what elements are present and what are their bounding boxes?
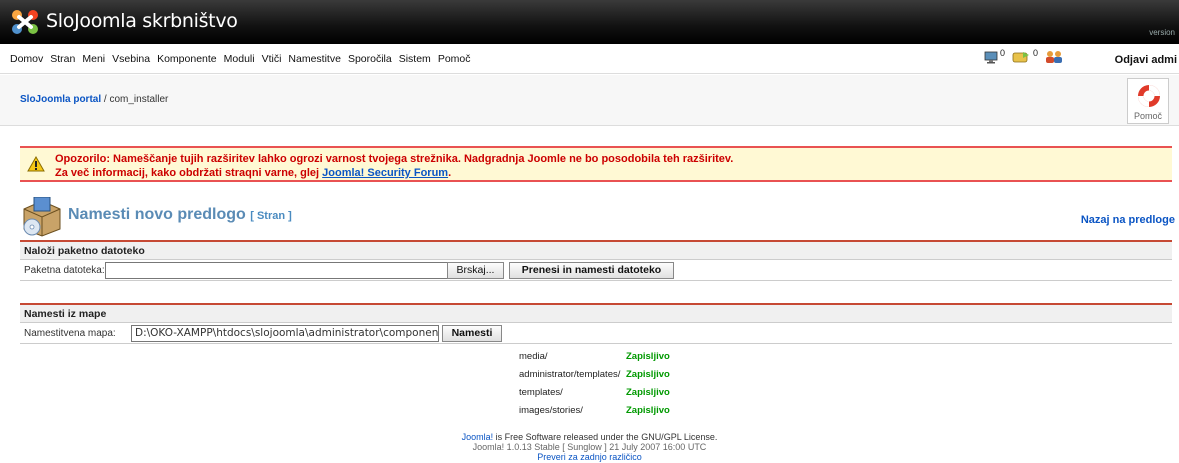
joomla-link[interactable]: Joomla! <box>462 432 494 442</box>
version-label: version <box>1149 28 1175 37</box>
directory-name: media/ <box>519 351 548 362</box>
page-title: Namesti novo predlogo [ Stran ] <box>68 206 292 224</box>
install-button[interactable]: Namesti <box>442 325 502 342</box>
directory-status: Zapisljivo <box>626 351 670 362</box>
list-item: administrator/templates/ Zapisljivo <box>519 368 699 386</box>
page-subtitle: [ Stran ] <box>250 210 292 222</box>
check-latest-version-link[interactable]: Preveri za zadnjo različico <box>0 452 1179 462</box>
lifebuoy-icon <box>1138 85 1160 107</box>
directory-status: Zapisljivo <box>626 369 670 380</box>
install-dir-input[interactable]: D:\OKO-XAMPP\htdocs\slojoomla\administra… <box>131 325 439 342</box>
messages-icon[interactable] <box>1011 50 1031 64</box>
menu-item-stran[interactable]: Stran <box>50 53 75 65</box>
menubar: Domov Stran Meni Vsebina Komponente Modu… <box>0 44 1179 74</box>
toolbar-row: SloJoomla portal / com_installer <box>0 75 1179 126</box>
install-dir-row: Namestitvena mapa: D:\OKO-XAMPP\htdocs\s… <box>20 323 1172 344</box>
warning-line-2-suffix: . <box>448 167 452 179</box>
directory-status: Zapisljivo <box>626 387 670 398</box>
upload-install-button[interactable]: Prenesi in namesti datoteko <box>509 262 674 279</box>
security-forum-link[interactable]: Joomla! Security Forum <box>322 167 448 179</box>
messages-count: 0 <box>1000 48 1006 58</box>
install-package-icon <box>23 197 61 237</box>
users-icon[interactable] <box>1044 50 1064 64</box>
list-item: images/stories/ Zapisljivo <box>519 404 699 422</box>
page-title-text: Namesti novo predlogo <box>68 206 246 223</box>
menu-item-komponente[interactable]: Komponente <box>157 53 217 65</box>
warning-line-2: Za več informacij, kako obdržati straqni… <box>55 167 451 179</box>
directory-permissions: media/ Zapisljivo administrator/template… <box>519 350 699 422</box>
upload-package-section: Naloži paketno datoteko Paketna datoteka… <box>20 240 1172 281</box>
footer: Joomla! is Free Software released under … <box>0 432 1179 462</box>
directory-status: Zapisljivo <box>626 405 670 416</box>
breadcrumb-path: / com_installer <box>101 94 169 105</box>
install-from-directory-section: Namesti iz mape Namestitvena mapa: D:\OK… <box>20 303 1172 344</box>
install-dir-label: Namestitvena mapa: <box>24 328 116 339</box>
directory-name: administrator/templates/ <box>519 369 621 380</box>
directory-name: images/stories/ <box>519 405 583 416</box>
footer-version: Joomla! 1.0.13 Stable [ Sunglow ] 21 Jul… <box>472 442 707 452</box>
admin-title: SloJoomla skrbništvo <box>46 10 238 32</box>
footer-license: Joomla! is Free Software released under … <box>0 432 1179 442</box>
menu-item-meni[interactable]: Meni <box>82 53 105 65</box>
warning-line-2-text: Za več informacij, kako obdržati straqni… <box>55 167 323 179</box>
help-button[interactable]: Pomoč <box>1127 78 1169 124</box>
breadcrumb: SloJoomla portal / com_installer <box>20 94 168 105</box>
directory-name: templates/ <box>519 387 563 398</box>
menu-item-pomoc[interactable]: Pomoč <box>438 53 471 65</box>
menu-item-sporocila[interactable]: Sporočila <box>348 53 392 65</box>
upload-section-heading: Naloži paketno datoteko <box>20 242 1172 260</box>
status-area: 0 0 <box>984 48 1064 64</box>
menu-item-namestitve[interactable]: Namestitve <box>288 53 341 65</box>
package-file-input[interactable] <box>105 262 463 279</box>
users-count: 0 <box>1033 48 1039 58</box>
breadcrumb-site-link[interactable]: SloJoomla portal <box>20 94 101 105</box>
logout-link[interactable]: Odjavi admi <box>1115 54 1177 66</box>
warning-icon <box>27 156 45 172</box>
menu-item-moduli[interactable]: Moduli <box>224 53 255 65</box>
install-dir-heading: Namesti iz mape <box>20 305 1172 323</box>
main-menu: Domov Stran Meni Vsebina Komponente Modu… <box>10 53 478 65</box>
menu-item-sistem[interactable]: Sistem <box>399 53 431 65</box>
footer-license-text: is Free Software released under the GNU/… <box>493 432 718 442</box>
help-label: Pomoč <box>1133 111 1162 121</box>
browse-button[interactable]: Brskaj... <box>447 262 504 279</box>
admin-header: SloJoomla skrbništvo version <box>0 0 1179 44</box>
menu-item-vsebina[interactable]: Vsebina <box>112 53 150 65</box>
list-item: media/ Zapisljivo <box>519 350 699 368</box>
menu-item-domov[interactable]: Domov <box>10 53 43 65</box>
security-warning: Opozorilo: Nameščanje tujih razširitev l… <box>20 146 1172 182</box>
joomla-logo-icon <box>12 10 38 34</box>
upload-row: Paketna datoteka: Brskaj... Prenesi in n… <box>20 260 1172 281</box>
list-item: templates/ Zapisljivo <box>519 386 699 404</box>
package-file-label: Paketna datoteka: <box>24 265 105 276</box>
warning-line-1: Opozorilo: Nameščanje tujih razširitev l… <box>55 153 734 165</box>
preview-icon[interactable] <box>984 51 998 64</box>
menu-item-vtici[interactable]: Vtiči <box>262 53 282 65</box>
back-to-templates-link[interactable]: Nazaj na predloge <box>1081 214 1175 226</box>
